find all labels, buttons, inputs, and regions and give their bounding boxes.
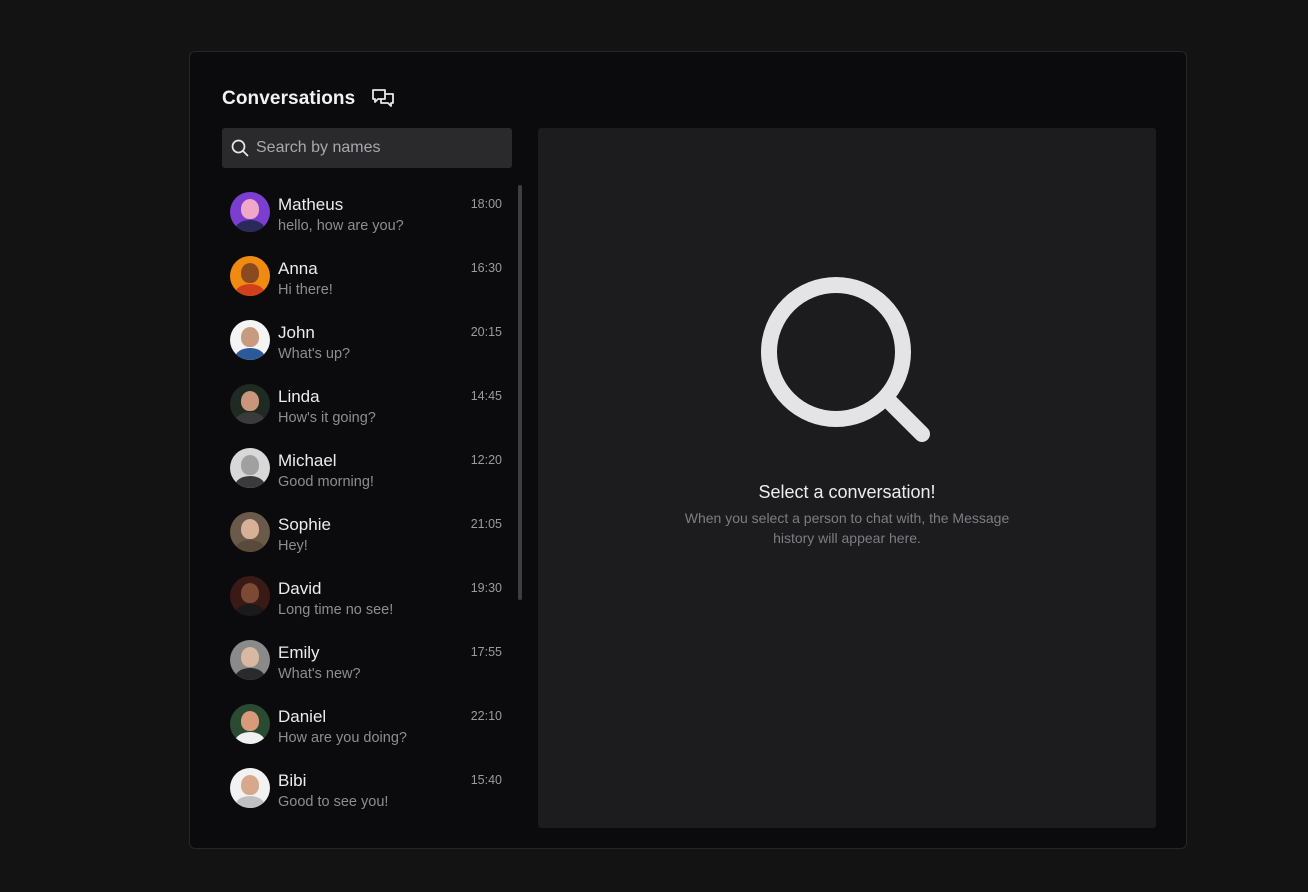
message-time: 19:30 [470,581,502,595]
avatar [230,512,270,552]
chat-bubbles-icon[interactable] [371,87,395,111]
message-time: 21:05 [470,517,502,531]
conversation-item[interactable]: Linda How's it going? 14:45 [222,372,512,436]
last-message: What's new? [278,666,361,682]
avatar-body [235,604,265,616]
contact-name: Emily [278,643,320,662]
search-input[interactable] [254,138,498,158]
contact-name: Bibi [278,771,307,790]
avatar-body [235,476,265,488]
conversation-item[interactable]: Emily What's new? 17:55 [222,628,512,692]
avatar-face [241,519,259,539]
contact-name: Anna [278,259,318,278]
avatar-face [241,327,259,347]
header: Conversations [222,86,395,112]
avatar-body [235,732,265,744]
avatar-body [235,796,265,808]
contact-name: Daniel [278,707,327,726]
conversation-item[interactable]: Michael Good morning! 12:20 [222,436,512,500]
last-message: What's up? [278,346,351,362]
avatar [230,768,270,808]
avatar-body [235,412,265,424]
last-message: Hey! [278,538,308,554]
message-time: 17:55 [470,645,502,659]
contact-name: Linda [278,387,320,406]
avatar-face [241,199,259,219]
avatar [230,384,270,424]
search-icon [231,139,249,157]
last-message: How are you doing? [278,730,407,746]
avatar [230,640,270,680]
last-message: Good to see you! [278,794,389,810]
conversation-list: Matheus hello, how are you? 18:00 Anna Hi th… [222,180,512,820]
message-time: 14:45 [470,389,502,403]
contact-name: Sophie [278,515,331,534]
message-time: 16:30 [470,261,502,275]
conversation-item[interactable]: Anna Hi there! 16:30 [222,244,512,308]
contact-name: Matheus [278,195,344,214]
avatar-face [241,711,259,731]
message-time: 20:15 [470,325,502,339]
conversation-item[interactable]: Bibi Good to see you! 15:40 [222,756,512,820]
conversation-item[interactable]: Matheus hello, how are you? 18:00 [222,180,512,244]
conversations-panel: Conversations Matheus hello, how are you?… [189,51,1187,849]
search-box[interactable] [222,128,512,168]
conversation-item[interactable]: David Long time no see! 19:30 [222,564,512,628]
scrollbar[interactable] [518,185,522,600]
conversation-item[interactable]: Daniel How are you doing? 22:10 [222,692,512,756]
avatar-face [241,647,259,667]
avatar-body [235,540,265,552]
search-icon [761,277,930,442]
avatar [230,448,270,488]
message-time: 18:00 [470,197,502,211]
avatar [230,256,270,296]
avatar [230,576,270,616]
message-area: Select a conversation! When you select a… [538,128,1156,828]
avatar-body [235,284,265,296]
avatar-face [241,775,259,795]
avatar-face [241,391,259,411]
avatar [230,704,270,744]
last-message: Good morning! [278,474,374,490]
message-time: 15:40 [470,773,502,787]
contact-name: Michael [278,451,337,470]
message-time: 22:10 [470,709,502,723]
avatar-body [235,668,265,680]
avatar-face [241,583,259,603]
avatar-body [235,220,265,232]
avatar [230,320,270,360]
avatar-face [241,263,259,283]
conversation-item[interactable]: Sophie Hey! 21:05 [222,500,512,564]
message-time: 12:20 [470,453,502,467]
last-message: Hi there! [278,282,333,298]
page-title: Conversations [222,88,356,109]
avatar [230,192,270,232]
last-message: How's it going? [278,410,376,426]
contact-name: David [278,579,322,598]
avatar-face [241,455,259,475]
empty-state-text: When you select a person to chat with, t… [684,510,1010,546]
last-message: hello, how are you? [278,218,404,234]
conversation-item[interactable]: John What's up? 20:15 [222,308,512,372]
empty-state-title: Select a conversation! [758,482,936,502]
avatar-body [235,348,265,360]
contact-name: John [278,323,315,342]
last-message: Long time no see! [278,602,394,618]
